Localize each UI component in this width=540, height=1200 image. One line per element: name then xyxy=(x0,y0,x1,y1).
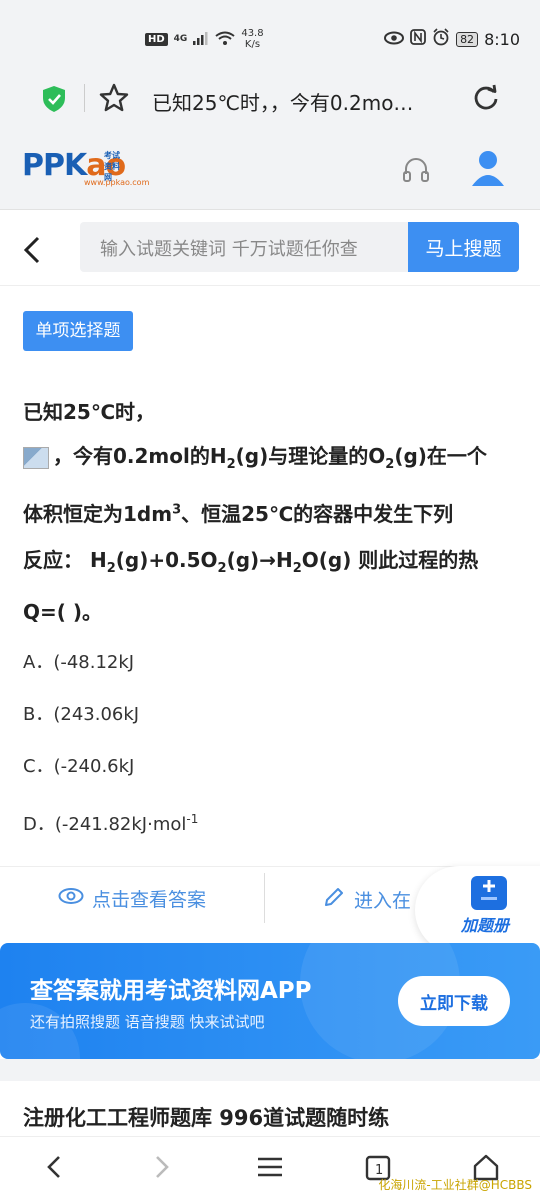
q4-c: (g)+0.5O xyxy=(115,548,218,572)
view-answer-label: 点击查看答案 xyxy=(92,889,207,911)
option-a[interactable]: A．(-48.12kJ xyxy=(23,648,134,674)
question-type-tag: 单项选择题 xyxy=(23,311,133,351)
q2-e: (g)在一个 xyxy=(394,444,487,468)
search-input[interactable]: 输入试题关键词 千万试题任你查 xyxy=(80,222,410,272)
shield-icon[interactable] xyxy=(40,84,68,118)
hd-badge: HD xyxy=(145,32,168,46)
enter-practice-button[interactable]: 进入在 xyxy=(322,885,411,914)
status-left: HD 4G 43.8 K/s xyxy=(145,28,264,50)
enter-practice-label: 进入在 xyxy=(354,890,412,912)
logo-url: www.ppkao.com xyxy=(84,178,150,187)
question-bank-title[interactable]: 注册化工工程师题库 996道试题随时练 xyxy=(23,1102,389,1132)
action-divider xyxy=(264,873,265,923)
user-avatar-icon[interactable] xyxy=(470,148,506,192)
add-to-book-button[interactable]: 加题册 xyxy=(415,866,540,954)
status-bar: HD 4G 43.8 K/s 82 8:10 xyxy=(0,0,540,80)
option-c[interactable]: C．(-240.6kJ xyxy=(23,752,134,778)
eye-icon xyxy=(58,887,84,910)
question-line-2: ，今有0.2mol的H2(g)与理论量的O2(g)在一个 xyxy=(23,440,487,472)
q2-d: 2 xyxy=(385,457,395,472)
option-d-text: D．(-241.82kJ·mol xyxy=(23,814,187,835)
watermark: 化海川流-工业社群@HCBBS xyxy=(378,1178,532,1192)
status-right: 82 8:10 xyxy=(384,28,520,50)
download-now-button[interactable]: 立即下载 xyxy=(398,976,510,1026)
q4-d: 2 xyxy=(217,561,227,576)
option-d-sup: -1 xyxy=(186,812,199,826)
logo-pp: PP xyxy=(22,148,65,183)
question-line-3: 体积恒定为1dm3、恒温25℃的容器中发生下列 xyxy=(23,498,453,527)
banner-title: 查答案就用考试资料网APP xyxy=(30,978,312,1004)
add-book-label: 加题册 xyxy=(461,916,510,935)
network-speed: 43.8 K/s xyxy=(241,28,263,50)
q4-f: 2 xyxy=(292,561,302,576)
nfc-icon xyxy=(410,29,426,49)
banner-subtitle: 还有拍照搜题 语音搜题 快来试试吧 xyxy=(30,1013,265,1031)
headset-icon[interactable] xyxy=(402,156,430,190)
pencil-icon xyxy=(322,885,346,914)
eye-icon xyxy=(384,30,405,49)
forward-icon[interactable] xyxy=(150,1151,176,1187)
view-answer-button[interactable]: 点击查看答案 xyxy=(58,885,206,912)
page-title[interactable]: 已知25℃时，，今有0.2mo… xyxy=(152,87,442,116)
option-d[interactable]: D．(-241.82kJ·mol-1 xyxy=(23,810,198,836)
q4-a: 反应： H xyxy=(23,548,107,572)
question-line-5: Q=( )。 xyxy=(23,600,103,624)
ppkao-logo[interactable]: PPKao 考试资料网 www.ppkao.com xyxy=(22,148,149,187)
logo-k: K xyxy=(63,148,87,183)
q3-a: 体积恒定为1dm xyxy=(23,502,173,526)
option-b[interactable]: B．(243.06kJ xyxy=(23,700,139,726)
q2-c: (g)与理论量的O xyxy=(235,444,386,468)
q3-c: 、恒温25℃的容器中发生下列 xyxy=(181,502,454,526)
back-chevron-icon[interactable] xyxy=(20,234,44,270)
signal-icon xyxy=(193,31,209,48)
search-button[interactable]: 马上搜题 xyxy=(408,222,519,272)
browser-url-bar: 已知25℃时，，今有0.2mo… xyxy=(0,80,540,132)
battery-indicator: 82 xyxy=(456,31,479,47)
q3-b: 3 xyxy=(172,502,182,518)
clock: 8:10 xyxy=(484,29,520,49)
refresh-icon[interactable] xyxy=(472,84,500,116)
back-icon[interactable] xyxy=(40,1151,66,1187)
section-gap xyxy=(0,1059,540,1081)
site-header: PPKao 考试资料网 www.ppkao.com xyxy=(0,132,540,210)
q4-b: 2 xyxy=(106,561,116,576)
question-line-4: 反应： H2(g)+0.5O2(g)→H2O(g) 则此过程的热 xyxy=(23,544,478,576)
speed-value: 43.8 xyxy=(241,28,264,39)
menu-icon[interactable] xyxy=(256,1151,284,1187)
url-divider xyxy=(84,84,85,112)
q2-b: 2 xyxy=(226,457,236,472)
question-line-1: 已知25℃时， xyxy=(23,400,156,424)
q4-g: O(g) 则此过程的热 xyxy=(301,548,479,572)
wifi-icon xyxy=(215,31,235,48)
speed-unit: K/s xyxy=(244,39,261,50)
signal-label: 4G xyxy=(173,34,188,44)
q2-a: ，今有0.2mol的H xyxy=(53,444,227,468)
star-icon[interactable] xyxy=(98,82,130,118)
search-row: 输入试题关键词 千万试题任你查 马上搜题 xyxy=(0,210,540,286)
alarm-icon xyxy=(432,28,450,50)
q4-e: (g)→H xyxy=(226,548,293,572)
app-download-banner[interactable]: 查答案就用考试资料网APP 还有拍照搜题 语音搜题 快来试试吧 立即下载 xyxy=(0,943,540,1059)
broken-image-icon xyxy=(23,446,49,469)
search-placeholder: 输入试题关键词 千万试题任你查 xyxy=(100,239,358,260)
